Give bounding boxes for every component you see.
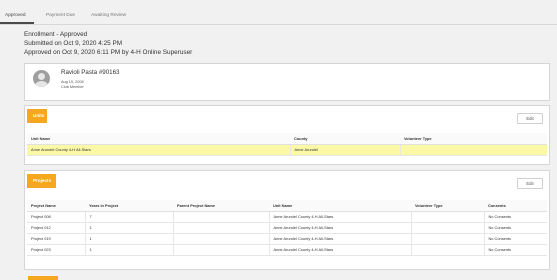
user-avatar-icon: [33, 70, 50, 87]
table-row[interactable]: Project 023 1 Anne Arundel County 4-H Al…: [27, 244, 547, 256]
unit-name-cell: Anne Arundel County 4-H All-Stars: [269, 244, 412, 256]
volunteer-type-cell: [411, 244, 485, 256]
unit-name-cell: Anne Arundel County 4-H All-Stars: [269, 233, 412, 245]
enrollment-page: Approved Payment Due Awaiting Review Enr…: [0, 0, 557, 280]
table-row[interactable]: Project 019 1 Anne Arundel County 4-H Al…: [27, 233, 547, 245]
table-row[interactable]: Project 008 7 Anne Arundel County 4-H Al…: [27, 211, 547, 223]
years-cell: 7: [85, 211, 174, 223]
member-role: Club Member: [61, 85, 84, 89]
consents-cell: No Consents: [484, 244, 547, 256]
parent-project-cell: [173, 244, 270, 256]
project-name-cell: Project 012: [27, 222, 86, 234]
tab-bar: Approved Payment Due Awaiting Review: [0, 10, 557, 24]
projects-col-unit-name: Unit Name: [269, 200, 411, 212]
units-col-county: County: [290, 133, 400, 145]
approved-date: Approved on Oct 9, 2020 6:11 PM by 4-H O…: [24, 49, 193, 56]
project-name-cell: Project 023: [27, 244, 86, 256]
years-cell: 1: [85, 222, 174, 234]
parent-project-cell: [173, 222, 270, 234]
unit-name-cell: Anne Arundel County 4-H All-Stars: [269, 211, 412, 223]
volunteer-type-cell: [411, 222, 485, 234]
years-cell: 1: [85, 233, 174, 245]
unit-name-cell: Anne Arundel County 4-H All-Stars: [27, 144, 291, 156]
volunteer-type-cell: [411, 211, 485, 223]
units-edit-button[interactable]: Edit: [517, 113, 543, 124]
projects-section-title: Projects: [27, 174, 56, 188]
units-col-unit-name: Unit Name: [27, 133, 290, 145]
projects-col-project-name: Project Name: [27, 200, 85, 212]
tab-awaiting-review[interactable]: Awaiting Review: [91, 13, 126, 19]
member-name: Ravioli Pasta #90163: [61, 69, 120, 76]
member-card: Ravioli Pasta #90163 Aug 15, 2008 Club M…: [24, 63, 550, 101]
volunteer-type-cell: [400, 144, 547, 156]
table-row[interactable]: Project 012 1 Anne Arundel County 4-H Al…: [27, 222, 547, 234]
projects-col-parent-project: Parent Project Name: [173, 200, 269, 212]
county-cell: Anne Arundel: [290, 144, 401, 156]
projects-col-consents: Consents: [484, 200, 547, 212]
consents-cell: No Consents: [484, 222, 547, 234]
projects-table: Project Name Years in Project Parent Pro…: [27, 200, 547, 256]
projects-col-volunteer-type: Volunteer Type: [411, 200, 484, 212]
table-row[interactable]: Anne Arundel County 4-H All-Stars Anne A…: [27, 144, 547, 156]
parent-project-cell: [173, 233, 270, 245]
unit-name-cell: Anne Arundel County 4-H All-Stars: [269, 222, 412, 234]
consents-cell: No Consents: [484, 211, 547, 223]
submitted-date: Submitted on Oct 9, 2020 4:25 PM: [24, 40, 123, 47]
consents-cell: No Consents: [484, 233, 547, 245]
projects-card: Projects Edit Project Name Years in Proj…: [24, 170, 550, 270]
tab-approved[interactable]: Approved: [5, 13, 26, 19]
parent-project-cell: [173, 211, 270, 223]
enrollment-status: Enrollment - Approved: [24, 31, 88, 38]
project-name-cell: Project 008: [27, 211, 86, 223]
units-col-volunteer-type: Volunteer Type: [400, 133, 547, 145]
units-card: Units Edit Unit Name County Volunteer Ty…: [24, 105, 550, 165]
next-section-badge: [28, 276, 58, 280]
years-cell: 1: [85, 244, 174, 256]
tab-divider: [0, 23, 557, 25]
units-section-title: Units: [27, 109, 47, 123]
tab-payment-due[interactable]: Payment Due: [46, 13, 75, 19]
project-name-cell: Project 019: [27, 233, 86, 245]
units-table: Unit Name County Volunteer Type Anne Aru…: [27, 133, 547, 156]
projects-col-years: Years in Project: [85, 200, 173, 212]
projects-edit-button[interactable]: Edit: [517, 178, 543, 189]
volunteer-type-cell: [411, 233, 485, 245]
